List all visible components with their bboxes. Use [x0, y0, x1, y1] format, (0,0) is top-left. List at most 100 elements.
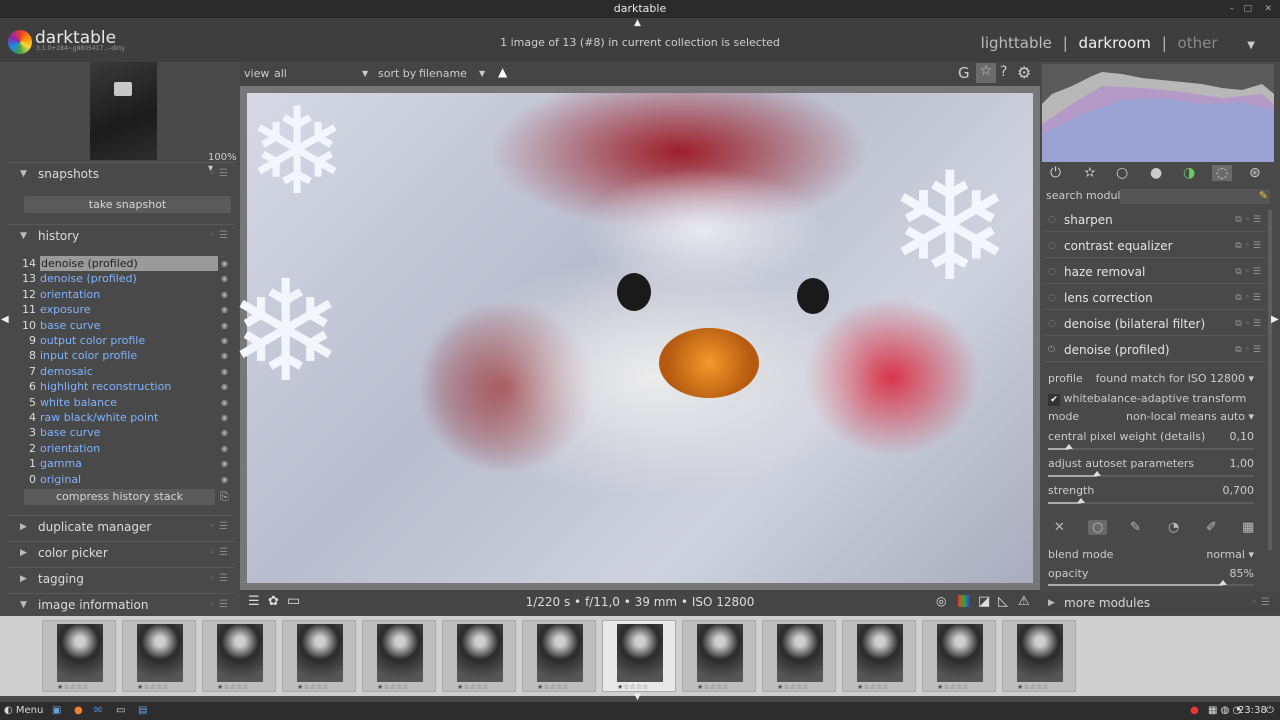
reset-presets-icon[interactable]: ◦☰ — [209, 225, 232, 247]
image-information-header[interactable]: ▼ image information ◦☰ — [8, 593, 234, 615]
warning-icon[interactable]: ⚠ — [1018, 594, 1030, 609]
firefox-icon[interactable]: ● — [74, 702, 83, 720]
view-lighttable[interactable]: lighttable — [981, 34, 1052, 52]
module-actions-icon[interactable]: ⧉◦☰ — [1235, 260, 1264, 284]
tone-group-icon[interactable]: ● — [1150, 165, 1162, 181]
reset-presets-icon[interactable]: ◦☰ — [209, 594, 232, 616]
blend-mode-row[interactable]: blend mode normal ▾ — [1048, 548, 1258, 562]
filmstrip-thumbnail[interactable]: ★☆☆☆☆ — [1002, 620, 1076, 692]
guides-icon[interactable]: ◺ — [998, 594, 1008, 609]
module-actions-icon[interactable]: ⧉◦☰ — [1235, 312, 1264, 336]
power-icon[interactable]: ⏻ — [1050, 165, 1061, 181]
parametric-mask-icon[interactable]: ◔ — [1168, 520, 1179, 535]
history-item[interactable]: 9 output color profile ◉ — [18, 333, 236, 348]
star-rating-icon[interactable]: ★☆☆☆☆ — [777, 683, 808, 691]
filmstrip-thumbnail[interactable]: ★☆☆☆☆ — [42, 620, 116, 692]
filmstrip-thumbnail[interactable]: ★☆☆☆☆ — [682, 620, 756, 692]
uniform-blend-icon[interactable]: ○ — [1088, 520, 1108, 535]
history-item[interactable]: 10 base curve ◉ — [18, 318, 236, 333]
star-rating-icon[interactable]: ★☆☆☆☆ — [697, 683, 728, 691]
maximize-icon[interactable]: □ — [1243, 0, 1252, 18]
view-darkroom[interactable]: darkroom — [1079, 34, 1151, 52]
filmstrip-thumbnail[interactable]: ★☆☆☆☆ — [842, 620, 916, 692]
tagging-header[interactable]: ▶ tagging ◦☰ — [8, 567, 234, 589]
combined-mask-icon[interactable]: ✐ — [1206, 520, 1217, 535]
module-power-icon[interactable]: ◌ — [1048, 312, 1056, 336]
close-icon[interactable]: ✕ — [1264, 0, 1272, 18]
color-picker-header[interactable]: ▶ color picker ◦☰ — [8, 541, 234, 563]
reset-presets-icon[interactable]: ◦☰ — [209, 542, 232, 564]
navigation-thumbnail[interactable] — [90, 62, 157, 160]
star-rating-icon[interactable]: ★☆☆☆☆ — [137, 683, 168, 691]
effects-group-icon[interactable]: ⊛ — [1249, 165, 1261, 181]
minimize-icon[interactable]: – — [1230, 0, 1235, 18]
basic-group-icon[interactable]: ○ — [1116, 165, 1128, 181]
collapse-right-panel-icon[interactable]: ▶ — [1271, 314, 1279, 325]
autoset-slider[interactable] — [1048, 471, 1254, 477]
blend-off-icon[interactable]: ✕ — [1054, 520, 1065, 535]
module-actions-icon[interactable]: ⧉◦☰ — [1235, 234, 1264, 258]
star-rating-icon[interactable]: ★☆☆☆☆ — [617, 683, 648, 691]
history-item[interactable]: 8 input color profile ◉ — [18, 348, 236, 363]
collapse-bottom-panel-icon[interactable]: ▼ — [634, 692, 641, 702]
search-module-input[interactable] — [1120, 189, 1270, 204]
snapshots-header[interactable]: ▼ snapshots ◦☰ — [8, 162, 234, 184]
duplicate-manager-header[interactable]: ▶ duplicate manager ◦☰ — [8, 515, 234, 537]
correct-group-icon[interactable]: ◌ — [1212, 165, 1233, 181]
history-item[interactable]: 7 demosaic ◉ — [18, 364, 236, 379]
module-header[interactable]: ◌ haze removal ⧉◦☰ — [1044, 260, 1266, 284]
thunderbird-icon[interactable]: ✉ — [94, 702, 102, 720]
star-rating-icon[interactable]: ★☆☆☆☆ — [537, 683, 568, 691]
record-icon[interactable]: ● — [1190, 702, 1199, 720]
take-snapshot-button[interactable]: take snapshot — [24, 196, 231, 213]
drawn-mask-icon[interactable]: ✎ — [1130, 520, 1141, 535]
star-rating-icon[interactable]: ★☆☆☆☆ — [57, 683, 88, 691]
grouping-icon[interactable]: G — [958, 64, 970, 82]
menu-button[interactable]: ◐ Menu — [4, 702, 43, 720]
opacity-slider[interactable] — [1048, 580, 1254, 586]
softproof-icon[interactable] — [958, 595, 970, 607]
compress-history-button[interactable]: compress history stack — [24, 489, 215, 505]
folder-icon[interactable]: ▤ — [138, 702, 147, 720]
module-actions-icon[interactable]: ⧉◦☰ — [1235, 286, 1264, 310]
star-rating-icon[interactable]: ★☆☆☆☆ — [377, 683, 408, 691]
tray-icons[interactable]: ▦ ◍ ◔ — [1208, 702, 1241, 720]
module-power-icon[interactable]: ◌ — [1048, 208, 1056, 232]
mode-row[interactable]: mode non-local means auto ▾ — [1048, 410, 1258, 424]
profile-select[interactable]: found match for ISO 12800 ▾ — [1096, 372, 1254, 386]
view-filter-select[interactable]: all ▼ — [274, 67, 370, 80]
more-modules-row[interactable]: ▶ more modules ◦☰ — [1040, 592, 1280, 614]
wb-adaptive-row[interactable]: ✔ whitebalance-adaptive transform — [1048, 392, 1258, 406]
image-canvas[interactable]: ❄ ❄ ❄ — [227, 86, 1040, 590]
chevron-down-icon[interactable]: ▼ — [1247, 40, 1255, 51]
filmstrip-thumbnail[interactable]: ★☆☆☆☆ — [122, 620, 196, 692]
history-item[interactable]: 2 orientation ◉ — [18, 441, 236, 456]
reset-presets-icon[interactable]: ◦☰ — [209, 568, 232, 590]
cpw-slider[interactable] — [1048, 444, 1254, 450]
reset-presets-icon[interactable]: ◦☰ — [1251, 592, 1274, 614]
file-manager-icon[interactable]: ▣ — [52, 702, 61, 720]
history-item[interactable]: 3 base curve ◉ — [18, 425, 236, 440]
filmstrip-thumbnail[interactable]: ★☆☆☆☆ — [602, 620, 676, 692]
history-header[interactable]: ▼ history ◦☰ — [8, 224, 234, 246]
filmstrip-thumbnail[interactable]: ★☆☆☆☆ — [762, 620, 836, 692]
module-header[interactable]: ◌ contrast equalizer ⧉◦☰ — [1044, 234, 1266, 258]
filmstrip-thumbnail[interactable]: ★☆☆☆☆ — [442, 620, 516, 692]
module-header[interactable]: ◌ lens correction ⧉◦☰ — [1044, 286, 1266, 310]
history-item[interactable]: 13 denoise (profiled) ◉ — [18, 271, 236, 286]
module-header[interactable]: ◌ denoise (bilateral filter) ⧉◦☰ — [1044, 312, 1266, 336]
wb-adaptive-checkbox[interactable]: ✔ — [1048, 394, 1060, 406]
star-rating-icon[interactable]: ★☆☆☆☆ — [1017, 683, 1048, 691]
collapse-top-panel-icon[interactable]: ▲ — [634, 18, 641, 28]
history-item[interactable]: 11 exposure ◉ — [18, 302, 236, 317]
strength-slider[interactable] — [1048, 498, 1254, 504]
module-power-icon[interactable]: ⏻ — [1048, 338, 1055, 362]
color-group-icon[interactable]: ◑ — [1183, 165, 1195, 181]
star-rating-icon[interactable]: ★☆☆☆☆ — [857, 683, 888, 691]
module-power-icon[interactable]: ◌ — [1048, 286, 1056, 310]
view-other[interactable]: other — [1178, 34, 1218, 52]
filmstrip-thumbnail[interactable]: ★☆☆☆☆ — [522, 620, 596, 692]
history-item[interactable]: 0 original ◉ — [18, 472, 236, 487]
star-rating-icon[interactable]: ★☆☆☆☆ — [217, 683, 248, 691]
reset-presets-icon[interactable]: ◦☰ — [209, 163, 232, 185]
